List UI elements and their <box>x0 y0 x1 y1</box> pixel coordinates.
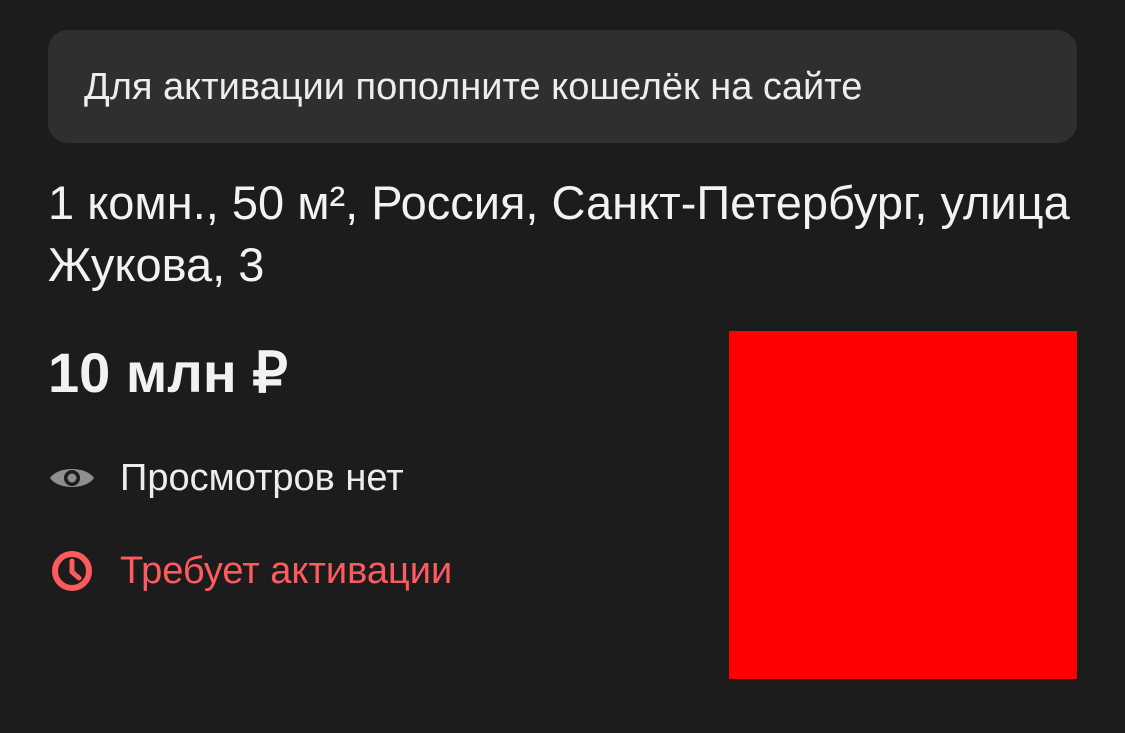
status-row: Требует активации <box>48 543 452 599</box>
views-label: Просмотров нет <box>120 457 404 499</box>
listing-title: 1 комн., 50 м², Россия, Санкт-Петербург,… <box>48 176 1070 291</box>
views-row: Просмотров нет <box>48 450 404 506</box>
eye-icon <box>48 454 96 502</box>
activation-notice[interactable]: Для активации пополните кошелёк на сайте <box>48 30 1077 143</box>
activation-notice-text: Для активации пополните кошелёк на сайте <box>84 65 863 108</box>
listing-photo[interactable] <box>729 331 1077 679</box>
status-label: Требует активации <box>120 550 453 592</box>
clock-icon <box>48 547 96 595</box>
listing-price: 10 млн ₽ <box>48 341 288 404</box>
